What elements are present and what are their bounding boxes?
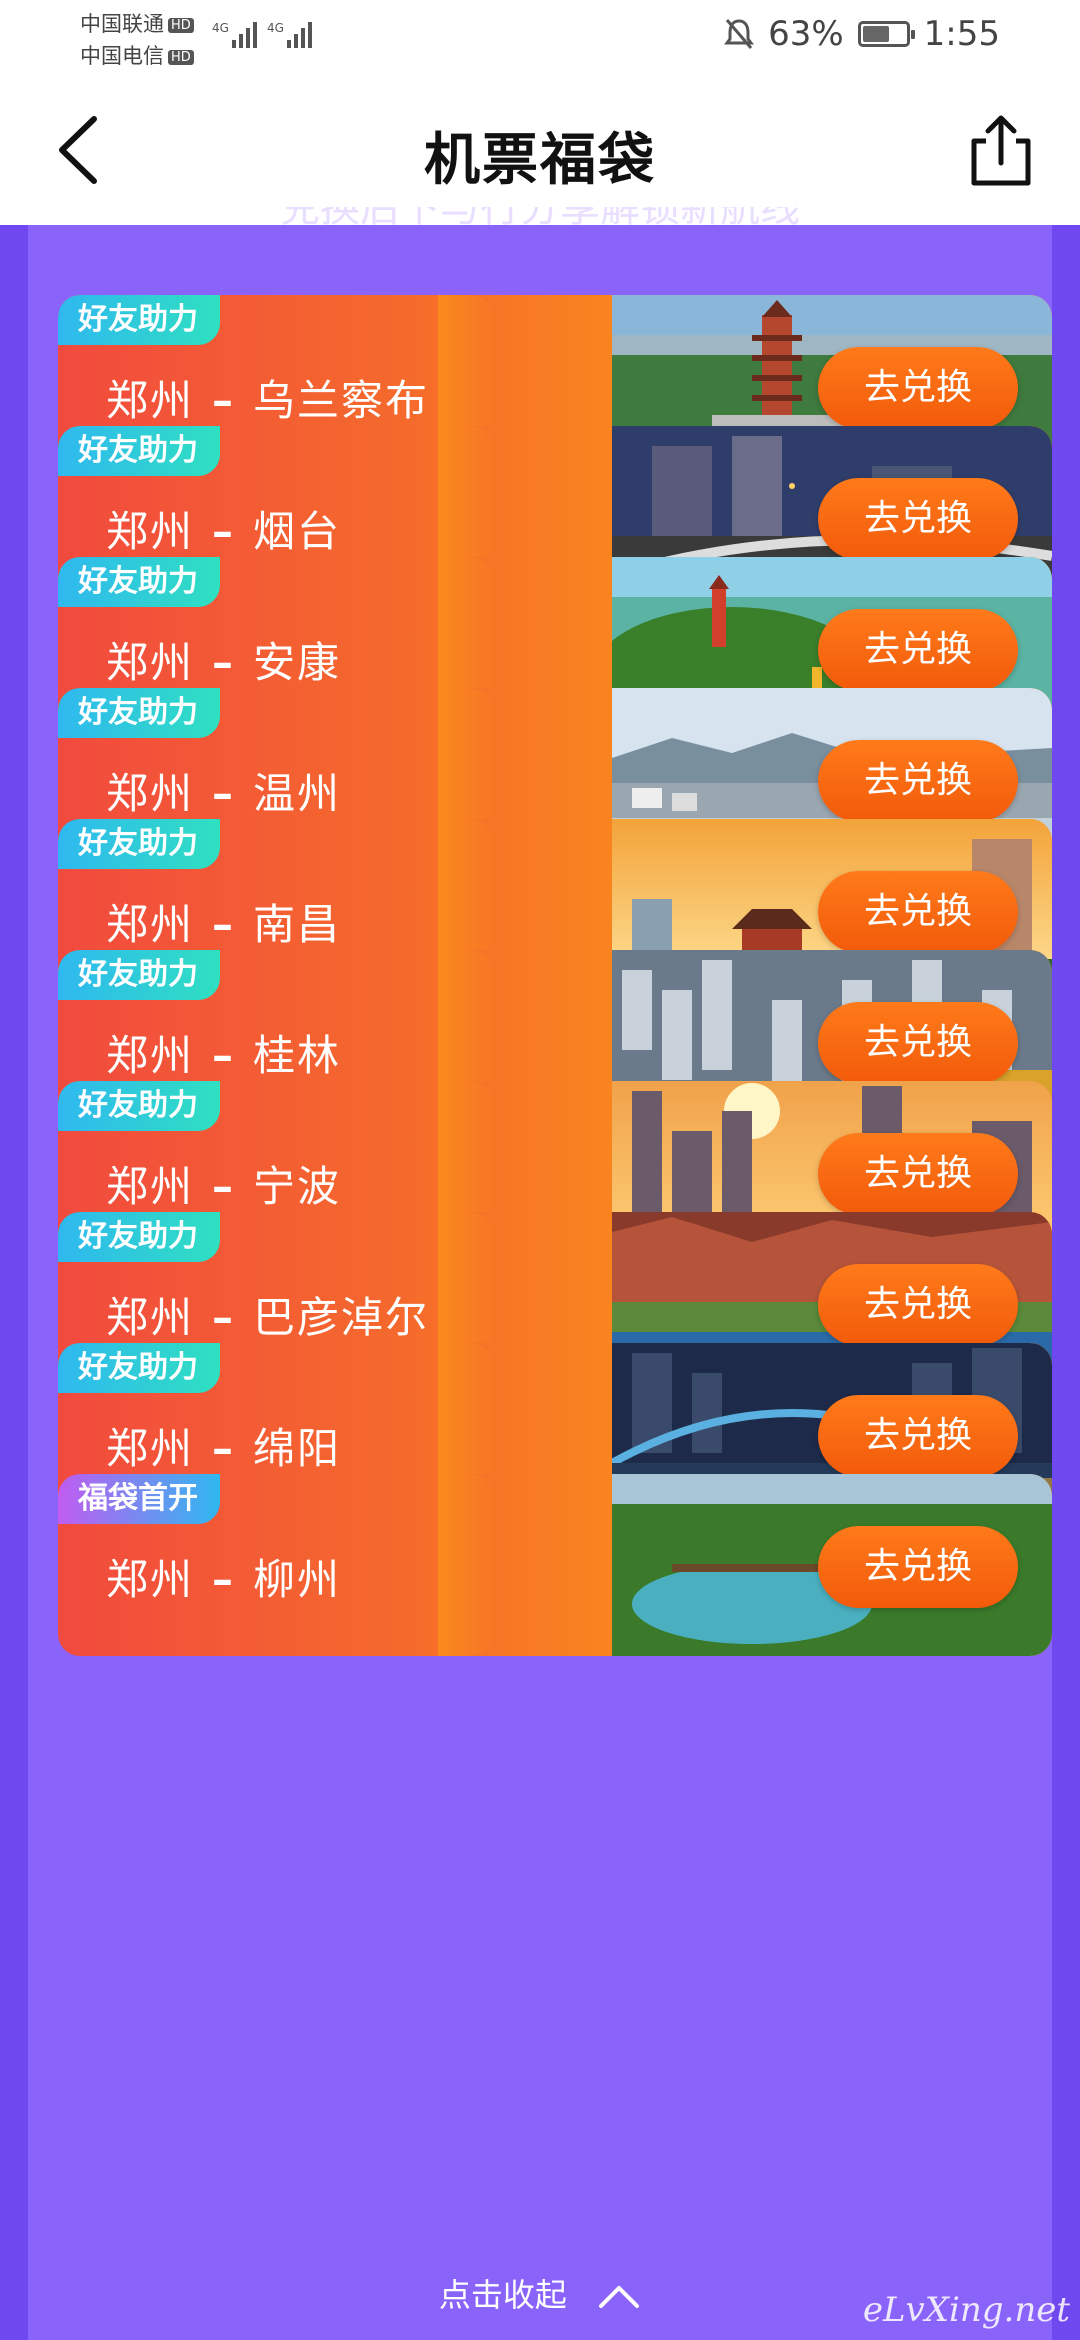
page-title: 机票福袋 <box>424 128 656 193</box>
route-badge: 好友助力 <box>58 426 220 476</box>
redeem-button[interactable]: 去兑换 <box>818 1395 1018 1477</box>
route-card[interactable]: 福袋首开 郑州 – 柳州 去兑换 <box>58 1474 1052 1656</box>
redeem-button[interactable]: 去兑换 <box>818 871 1018 953</box>
route-origin: 郑州 <box>106 769 195 818</box>
route-badge: 好友助力 <box>58 1343 220 1393</box>
route-origin: 郑州 <box>106 900 195 949</box>
battery-icon <box>857 21 915 47</box>
route-separator: – <box>212 638 236 687</box>
route-separator: – <box>212 376 236 425</box>
route-destination: 温州 <box>253 769 342 818</box>
status-bar: 中国联通 HD 中国电信 HD 4G 4G 63% 1:55 <box>0 0 1080 75</box>
route-badge: 福袋首开 <box>58 1474 220 1524</box>
route-text: 郑州 – 宁波 <box>106 1153 341 1214</box>
route-text: 郑州 – 绵阳 <box>106 1415 341 1476</box>
carrier-2: 中国电信 HD <box>80 40 194 70</box>
route-panel: 兑换后下与行分享解锁新航线 好友助力 郑州 – 乌兰察布 去兑换 好友助力 郑州 – 烟… <box>28 207 1052 2340</box>
route-badge: 好友助力 <box>58 688 220 738</box>
battery-percent: 63% <box>768 14 844 54</box>
route-separator: – <box>212 1031 236 1080</box>
route-badge: 好友助力 <box>58 819 220 869</box>
route-destination: 柳州 <box>253 1555 342 1604</box>
route-origin: 郑州 <box>106 1555 195 1604</box>
route-separator: – <box>212 507 236 556</box>
route-separator: – <box>212 1162 236 1211</box>
route-text: 郑州 – 温州 <box>106 760 341 821</box>
route-text: 郑州 – 安康 <box>106 629 341 690</box>
route-destination: 桂林 <box>253 1031 342 1080</box>
route-badge: 好友助力 <box>58 1212 220 1262</box>
route-destination: 烟台 <box>253 507 342 556</box>
route-origin: 郑州 <box>106 1424 195 1473</box>
route-badge: 好友助力 <box>58 950 220 1000</box>
route-origin: 郑州 <box>106 638 195 687</box>
route-origin: 郑州 <box>106 1031 195 1080</box>
redeem-button[interactable]: 去兑换 <box>818 1264 1018 1346</box>
route-separator: – <box>212 769 236 818</box>
redeem-button[interactable]: 去兑换 <box>818 609 1018 691</box>
share-icon[interactable] <box>966 111 1036 189</box>
route-destination: 巴彦淖尔 <box>253 1293 430 1342</box>
route-destination: 绵阳 <box>253 1424 342 1473</box>
redeem-button[interactable]: 去兑换 <box>818 1526 1018 1608</box>
collapse-label: 点击收起 <box>438 2276 567 2314</box>
redeem-button[interactable]: 去兑换 <box>818 347 1018 429</box>
route-separator: – <box>212 900 236 949</box>
carrier-1: 中国联通 HD <box>80 8 194 38</box>
route-text: 郑州 – 巴彦淖尔 <box>106 1284 429 1345</box>
route-badge: 好友助力 <box>58 295 220 345</box>
redeem-button[interactable]: 去兑换 <box>818 1133 1018 1215</box>
route-origin: 郑州 <box>106 1162 195 1211</box>
route-destination: 南昌 <box>253 900 342 949</box>
svg-text:4G: 4G <box>212 21 229 35</box>
route-badge: 好友助力 <box>58 557 220 607</box>
battery-fill <box>862 26 889 42</box>
route-destination: 宁波 <box>253 1162 342 1211</box>
mute-bell-icon <box>724 19 755 49</box>
svg-text:4G: 4G <box>267 21 284 35</box>
route-origin: 郑州 <box>106 507 195 556</box>
navigation-header: 机票福袋 <box>0 75 1080 225</box>
route-text: 郑州 – 南昌 <box>106 891 341 952</box>
route-origin: 郑州 <box>106 376 195 425</box>
redeem-button[interactable]: 去兑换 <box>818 1002 1018 1084</box>
chevron-up-icon <box>599 2286 640 2308</box>
redeem-button[interactable]: 去兑换 <box>818 740 1018 822</box>
route-badge: 好友助力 <box>58 1081 220 1131</box>
route-text: 郑州 – 桂林 <box>106 1022 341 1083</box>
signal-icon: 4G 4G <box>212 21 312 48</box>
watermark-logo: eLvXing.net <box>862 2290 1070 2330</box>
card-fade <box>438 1474 498 1656</box>
route-text: 郑州 – 乌兰察布 <box>106 367 429 428</box>
route-origin: 郑州 <box>106 1293 195 1342</box>
route-text: 郑州 – 柳州 <box>106 1546 341 1607</box>
route-destination: 乌兰察布 <box>253 376 430 425</box>
panel-subtitle: 兑换后下与行分享解锁新航线 <box>280 207 800 231</box>
route-separator: – <box>212 1555 236 1604</box>
clock: 1:55 <box>923 14 1000 54</box>
route-separator: – <box>212 1293 236 1342</box>
status-right: 63% 1:55 <box>724 14 1000 54</box>
route-separator: – <box>212 1424 236 1473</box>
redeem-button[interactable]: 去兑换 <box>818 478 1018 560</box>
route-text: 郑州 – 烟台 <box>106 498 341 559</box>
route-destination: 安康 <box>253 638 342 687</box>
